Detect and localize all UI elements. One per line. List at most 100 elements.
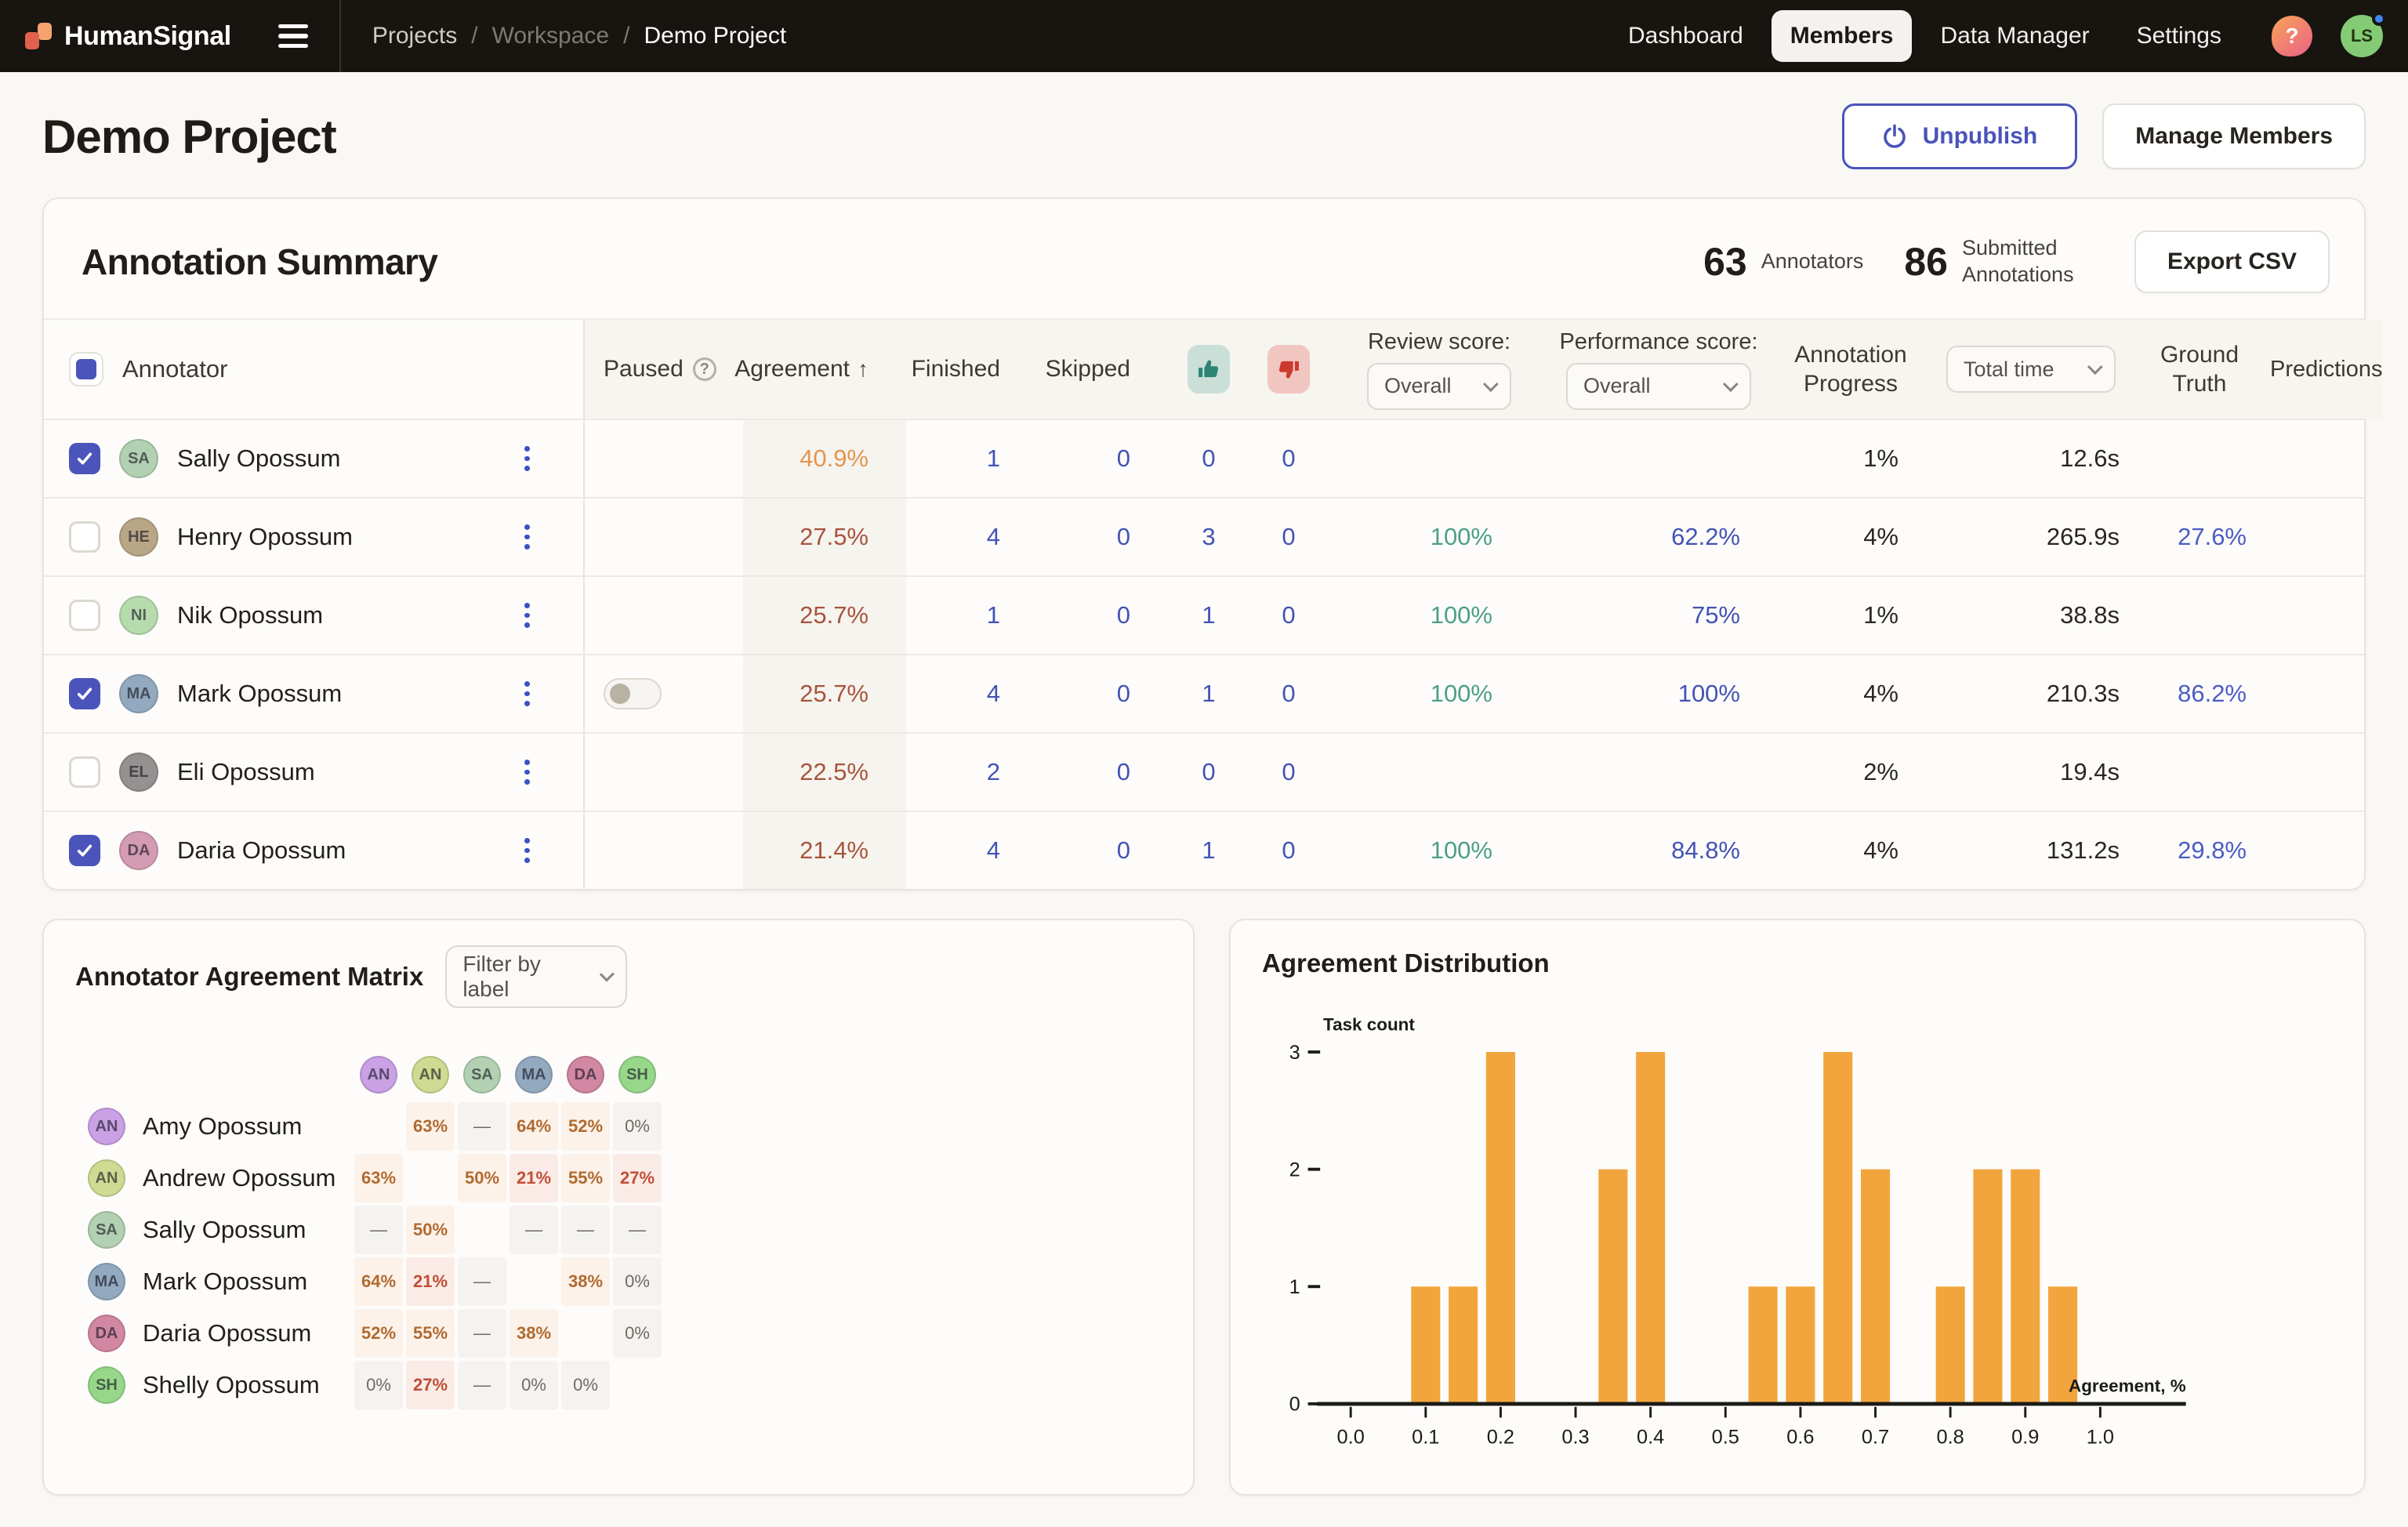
performance-score-cell: 84.8%: [1549, 812, 1768, 889]
submitted-stat: 86 Submitted Annotations: [1904, 235, 2100, 288]
matrix-row: ANAndrew Opossum63%50%21%55%27%: [75, 1152, 1162, 1204]
col-finished[interactable]: Finished: [906, 320, 1038, 419]
brand-logo[interactable]: HumanSignal: [25, 21, 231, 52]
col-agreement[interactable]: Agreement ↑: [743, 320, 906, 419]
performance-score-select[interactable]: Overall: [1566, 363, 1751, 410]
paused-toggle[interactable]: [604, 678, 662, 709]
paused-help-icon[interactable]: ?: [693, 357, 716, 381]
help-icon[interactable]: ?: [2272, 16, 2312, 56]
manage-members-button[interactable]: Manage Members: [2102, 103, 2366, 169]
table-body: SASally Opossum40.9%10001%12.6sHEHenry O…: [44, 419, 2364, 889]
thumbs-up-icon: [1188, 345, 1230, 394]
predictions-cell: [2270, 499, 2364, 575]
matrix-cell: 0%: [354, 1361, 403, 1409]
nav-dashboard[interactable]: Dashboard: [1609, 10, 1762, 62]
matrix-cell: 63%: [406, 1102, 455, 1151]
svg-text:0.4: 0.4: [1637, 1427, 1664, 1449]
ground-truth-cell: 27.6%: [2129, 499, 2270, 575]
avatar: DA: [119, 831, 158, 870]
predictions-cell: [2270, 812, 2364, 889]
svg-text:0.1: 0.1: [1412, 1427, 1439, 1449]
review-score-cell: 100%: [1329, 655, 1549, 732]
row-menu-kebab[interactable]: [518, 518, 536, 556]
progress-cell: 4%: [1768, 499, 1933, 575]
row-menu-kebab[interactable]: [518, 753, 536, 791]
export-csv-button[interactable]: Export CSV: [2134, 230, 2330, 293]
svg-text:2: 2: [1289, 1159, 1300, 1181]
review-score-select[interactable]: Overall: [1367, 363, 1511, 410]
nav-data-manager[interactable]: Data Manager: [1921, 10, 2108, 62]
row-checkbox[interactable]: [69, 600, 100, 631]
finished-cell: 1: [906, 420, 1038, 497]
nav-settings[interactable]: Settings: [2118, 10, 2240, 62]
avatar: AN: [412, 1056, 449, 1094]
matrix-cell: 38%: [561, 1257, 610, 1306]
select-all-checkbox[interactable]: [69, 352, 103, 386]
bar-0.4: [1636, 1052, 1665, 1404]
unpublish-label: Unpublish: [1923, 123, 2038, 150]
paused-cell: [585, 655, 743, 732]
hamburger-menu-icon[interactable]: [272, 15, 314, 57]
matrix-cell: 0%: [613, 1102, 662, 1151]
row-checkbox[interactable]: [69, 678, 100, 709]
matrix-cell: 52%: [561, 1102, 610, 1151]
ground-truth-cell: [2129, 420, 2270, 497]
skipped-cell: 0: [1038, 734, 1170, 811]
col-annotator[interactable]: Annotator: [122, 355, 227, 383]
user-avatar[interactable]: LS: [2341, 15, 2383, 57]
row-menu-kebab[interactable]: [518, 675, 536, 713]
matrix-cell: 63%: [354, 1154, 403, 1202]
row-checkbox[interactable]: [69, 756, 100, 788]
paused-cell: [585, 577, 743, 654]
table-row: DADaria Opossum21.4%4010100%84.8%4%131.2…: [44, 811, 2364, 889]
matrix-cell: [354, 1102, 403, 1151]
total-time-cell: 12.6s: [1933, 420, 2129, 497]
matrix-cell: —: [613, 1206, 662, 1254]
chevron-down-icon: [1723, 376, 1739, 392]
annotators-count: 63: [1703, 239, 1747, 285]
row-checkbox[interactable]: [69, 521, 100, 553]
matrix-col-avatar: AN: [354, 1050, 403, 1099]
col-annotation-progress: Annotation Progress: [1780, 340, 1921, 399]
svg-text:3: 3: [1289, 1042, 1300, 1064]
performance-score-cell: [1549, 420, 1768, 497]
table-row: NINik Opossum25.7%1010100%75%1%38.8s: [44, 575, 2364, 654]
total-time-cell: 19.4s: [1933, 734, 2129, 811]
accepted-cell: 1: [1170, 655, 1248, 732]
avatar: AN: [360, 1056, 397, 1094]
progress-cell: 1%: [1768, 420, 1933, 497]
matrix-cell: 64%: [354, 1257, 403, 1306]
breadcrumb-projects[interactable]: Projects: [372, 23, 457, 49]
total-time-cell: 210.3s: [1933, 655, 2129, 732]
annotator-cell: ELEli Opossum: [44, 734, 585, 811]
matrix-cell: 27%: [406, 1361, 455, 1409]
annotator-name: Daria Opossum: [177, 836, 346, 865]
breadcrumb: Projects / Workspace / Demo Project: [372, 23, 786, 49]
matrix-col-avatar: SA: [458, 1050, 506, 1099]
notification-dot: [2372, 12, 2386, 26]
row-menu-kebab[interactable]: [518, 597, 536, 634]
predictions-cell: [2270, 734, 2364, 811]
matrix-col-avatar: DA: [561, 1050, 610, 1099]
review-score-cell: 100%: [1329, 577, 1549, 654]
row-menu-kebab[interactable]: [518, 832, 536, 869]
progress-cell: 4%: [1768, 655, 1933, 732]
row-menu-kebab[interactable]: [518, 440, 536, 477]
submitted-count: 86: [1904, 239, 1948, 285]
progress-cell: 2%: [1768, 734, 1933, 811]
agreement-cell: 21.4%: [743, 812, 906, 889]
skipped-cell: 0: [1038, 812, 1170, 889]
total-time-select[interactable]: Total time: [1946, 346, 2116, 393]
unpublish-button[interactable]: Unpublish: [1842, 103, 2078, 169]
col-skipped[interactable]: Skipped: [1038, 320, 1170, 419]
filter-by-label-select[interactable]: Filter by label: [445, 945, 627, 1008]
breadcrumb-workspace[interactable]: Workspace: [492, 23, 610, 49]
row-checkbox[interactable]: [69, 443, 100, 474]
matrix-cell: [561, 1309, 610, 1358]
annotator-cell: DA Daria Opossum: [44, 812, 585, 889]
matrix-cell: [458, 1206, 506, 1254]
matrix-col-avatar: AN: [406, 1050, 455, 1099]
avatar: DA: [567, 1056, 604, 1094]
nav-members[interactable]: Members: [1772, 10, 1913, 62]
row-checkbox[interactable]: [69, 835, 100, 866]
